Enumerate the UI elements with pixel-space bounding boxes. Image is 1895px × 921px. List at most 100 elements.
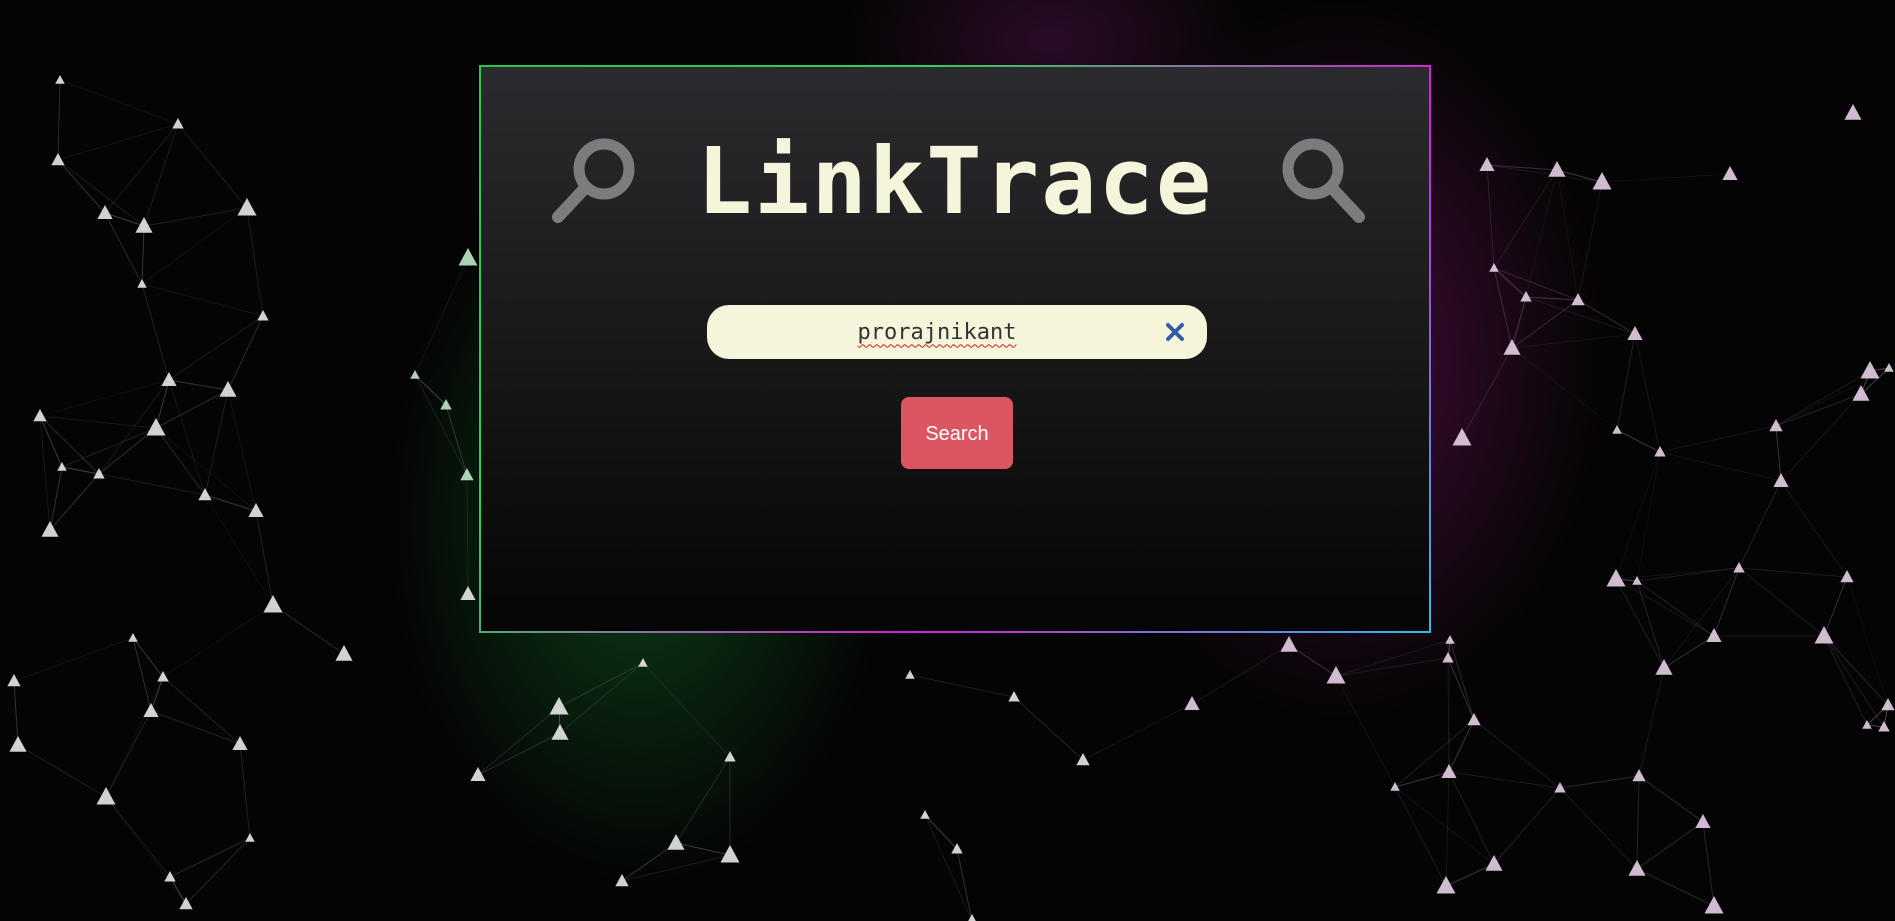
network-edge bbox=[143, 207, 248, 227]
network-edge bbox=[17, 744, 107, 798]
close-icon[interactable] bbox=[1162, 319, 1188, 345]
network-edge bbox=[49, 473, 100, 531]
network-edge bbox=[675, 756, 731, 844]
network-edge bbox=[1493, 267, 1527, 298]
network-edge bbox=[1775, 393, 1862, 427]
network-edge bbox=[477, 732, 561, 776]
network-node bbox=[1520, 291, 1532, 302]
network-edge bbox=[1556, 169, 1579, 301]
network-edge bbox=[168, 379, 229, 391]
network-node bbox=[146, 418, 166, 436]
network-node bbox=[460, 586, 476, 600]
network-node bbox=[57, 462, 67, 471]
network-node bbox=[460, 468, 474, 481]
network-edge bbox=[177, 123, 248, 209]
network-node bbox=[920, 810, 930, 819]
network-edge bbox=[1636, 580, 1715, 637]
network-node bbox=[161, 372, 177, 386]
network-edge bbox=[1448, 719, 1475, 773]
network-node bbox=[968, 914, 976, 921]
network-edge bbox=[39, 415, 51, 531]
network-node bbox=[96, 787, 116, 805]
network-edge bbox=[1511, 299, 1579, 349]
network-edge bbox=[1335, 639, 1451, 677]
search-input[interactable]: prorajnikant bbox=[737, 305, 1137, 359]
network-edge bbox=[1823, 635, 1885, 728]
network-edge bbox=[1486, 164, 1495, 269]
network-node bbox=[1606, 569, 1626, 587]
network-node bbox=[1280, 636, 1298, 652]
network-node bbox=[1489, 263, 1499, 272]
network-edge bbox=[1511, 347, 1618, 431]
network-node bbox=[470, 767, 486, 781]
network-edge bbox=[1616, 429, 1661, 453]
network-node bbox=[1844, 104, 1862, 120]
network-node bbox=[7, 674, 21, 687]
network-edge bbox=[1636, 567, 1740, 582]
network-edge bbox=[1511, 333, 1636, 349]
network-edge bbox=[1511, 296, 1527, 349]
network-node bbox=[1632, 769, 1646, 782]
main-panel-border: LinkTrace prorajnikant Search bbox=[479, 65, 1431, 633]
network-edge bbox=[1636, 868, 1715, 907]
network-edge bbox=[1636, 821, 1704, 870]
network-edge bbox=[414, 257, 469, 376]
network-edge bbox=[1738, 480, 1782, 569]
network-edge bbox=[1449, 639, 1475, 721]
network-edge bbox=[1601, 173, 1731, 183]
network-node bbox=[551, 724, 569, 740]
network-node bbox=[172, 118, 184, 129]
magnifying-glass-icon bbox=[1282, 138, 1365, 223]
network-edge bbox=[1663, 567, 1740, 669]
network-edge bbox=[924, 814, 973, 921]
network-edge bbox=[57, 123, 179, 161]
network-edge bbox=[1394, 786, 1447, 887]
network-node bbox=[1442, 652, 1454, 663]
network-node bbox=[410, 370, 420, 379]
network-edge bbox=[1461, 347, 1513, 439]
network-edge bbox=[1493, 267, 1579, 301]
network-edge bbox=[13, 680, 19, 746]
network-edge bbox=[13, 637, 134, 682]
search-box: prorajnikant bbox=[707, 305, 1207, 359]
network-node bbox=[1445, 635, 1455, 644]
network-edge bbox=[39, 379, 170, 417]
network-node bbox=[1184, 696, 1200, 710]
network-edge bbox=[1448, 771, 1495, 865]
network-node bbox=[232, 736, 248, 750]
network-edge bbox=[1486, 164, 1603, 183]
network-edge bbox=[1493, 267, 1513, 349]
network-edge bbox=[168, 379, 206, 496]
network-edge bbox=[1559, 787, 1638, 870]
network-edge bbox=[105, 676, 164, 798]
network-node bbox=[1076, 753, 1090, 766]
search-button[interactable]: Search bbox=[901, 397, 1013, 469]
network-edge bbox=[105, 796, 187, 905]
network-edge bbox=[1738, 567, 1825, 637]
network-edge bbox=[57, 159, 106, 214]
network-edge bbox=[1634, 333, 1661, 453]
network-node bbox=[1769, 419, 1783, 432]
network-edge bbox=[246, 207, 264, 317]
network-edge bbox=[1636, 775, 1640, 870]
network-edge bbox=[1335, 675, 1396, 788]
network-edge bbox=[141, 283, 264, 317]
network-edge bbox=[1559, 775, 1640, 789]
network-edge bbox=[150, 676, 164, 712]
network-edge bbox=[1493, 787, 1561, 865]
network-edge bbox=[59, 79, 179, 125]
network-edge bbox=[155, 379, 170, 429]
network-edge bbox=[141, 225, 145, 285]
network-edge bbox=[155, 427, 206, 496]
network-edge bbox=[57, 79, 61, 161]
network-edge bbox=[1823, 635, 1889, 706]
network-edge bbox=[466, 474, 469, 595]
network-edge bbox=[909, 674, 1015, 698]
network-edge bbox=[1780, 480, 1848, 578]
network-edge bbox=[143, 123, 179, 227]
network-edge bbox=[414, 374, 468, 476]
network-node bbox=[1695, 814, 1711, 828]
network-edge bbox=[1823, 635, 1868, 726]
network-edge bbox=[1447, 657, 1475, 721]
network-edge bbox=[1702, 821, 1715, 907]
